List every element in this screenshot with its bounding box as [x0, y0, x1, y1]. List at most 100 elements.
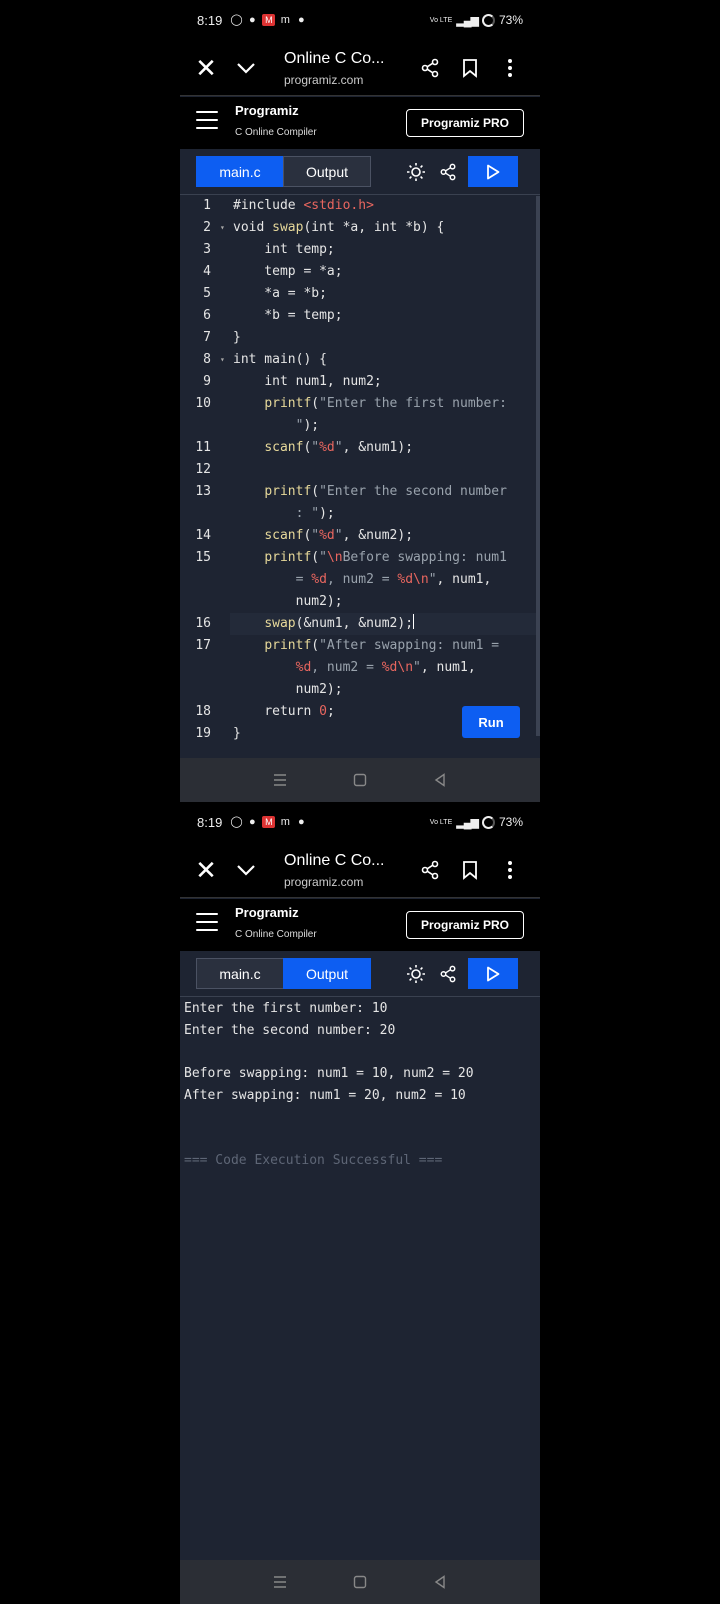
run-play-button[interactable] [468, 958, 518, 989]
notification-m: m [280, 816, 290, 828]
code-line[interactable]: 12 [180, 459, 536, 481]
system-navbar [180, 758, 540, 802]
code-line[interactable]: 2 ▾ void swap(int *a, int *b) { [180, 217, 536, 239]
menu-icon[interactable] [196, 111, 218, 129]
code-line[interactable]: 5 *a = *b; [180, 283, 536, 305]
sun-icon[interactable] [405, 161, 427, 183]
app-header: Programiz C Online Compiler Programiz PR… [180, 97, 540, 149]
code-text: *b = temp; [233, 308, 343, 323]
tab-main-c[interactable]: main.c [196, 156, 284, 187]
close-icon[interactable]: ✕ [192, 54, 220, 82]
bookmark-icon[interactable] [456, 856, 484, 884]
share-code-icon[interactable] [437, 963, 459, 985]
signal-icon: ▂▄▆ [456, 816, 479, 829]
code-line[interactable]: 17 printf("After swapping: num1 = %d, nu… [180, 635, 536, 701]
editor-scrollbar[interactable] [536, 196, 540, 736]
nav-home-icon[interactable] [350, 1572, 370, 1592]
share-icon[interactable] [416, 54, 444, 82]
line-number: 12 [195, 462, 211, 477]
nav-back-icon[interactable] [430, 770, 450, 790]
line-number: 4 [203, 264, 211, 279]
chevron-down-icon[interactable] [232, 54, 260, 82]
programiz-pro-button[interactable]: Programiz PRO [406, 911, 524, 939]
fold-chevron-icon[interactable]: ▾ [220, 217, 225, 239]
bookmark-icon[interactable] [456, 54, 484, 82]
code-line[interactable]: 7} [180, 327, 536, 349]
code-line[interactable]: 11 scanf("%d", &num1); [180, 437, 536, 459]
chevron-down-icon[interactable] [232, 856, 260, 884]
run-play-button[interactable] [468, 156, 518, 187]
line-number: 9 [203, 374, 211, 389]
page-subtitle: C Online Compiler [235, 127, 317, 138]
browser-toolbar: ✕ Online C Co... programiz.com [180, 842, 540, 898]
text-cursor [413, 614, 415, 629]
notification-m: m [280, 14, 290, 26]
more-icon[interactable] [496, 856, 524, 884]
browser-url[interactable]: programiz.com [284, 73, 363, 87]
nav-menu-icon[interactable] [270, 770, 290, 790]
nav-home-icon[interactable] [350, 770, 370, 790]
code-text: } [233, 330, 241, 345]
code-text: scanf("%d", &num1); [264, 440, 414, 455]
volte-indicator: Vo LTE [429, 818, 453, 826]
status-time: 8:19 [197, 814, 223, 830]
nav-menu-icon[interactable] [270, 1572, 290, 1592]
code-line[interactable]: 4 temp = *a; [180, 261, 536, 283]
volte-indicator: Vo LTE [429, 16, 453, 24]
code-line[interactable]: 9 int num1, num2; [180, 371, 536, 393]
line-number: 14 [195, 528, 211, 543]
more-icon[interactable] [496, 54, 524, 82]
play-icon [487, 966, 500, 981]
share-code-icon[interactable] [437, 161, 459, 183]
line-number: 18 [195, 704, 211, 719]
code-text: swap(&num1, &num2); [264, 614, 415, 631]
code-line[interactable]: 15 printf("\nBefore swapping: num1 = %d,… [180, 547, 536, 613]
code-line[interactable]: 6 *b = temp; [180, 305, 536, 327]
close-icon[interactable]: ✕ [192, 856, 220, 884]
code-line[interactable]: 16 swap(&num1, &num2); [180, 613, 536, 635]
play-icon [487, 164, 500, 179]
battery-percent: 73% [498, 815, 523, 829]
share-icon[interactable] [416, 856, 444, 884]
line-number: 13 [195, 484, 211, 499]
notification-badge: M [262, 14, 276, 26]
code-editor[interactable]: 19} 18 return 0; 17 printf("After swapping… [180, 196, 540, 758]
app-header: Programiz C Online Compiler Programiz PR… [180, 899, 540, 951]
page-subtitle: C Online Compiler [235, 929, 317, 940]
tab-output[interactable]: Output [283, 958, 371, 989]
output-line: Enter the first number: 10 [184, 1001, 388, 1016]
line-number: 8 [203, 352, 211, 367]
battery-icon [481, 815, 495, 829]
line-number: 17 [195, 638, 211, 653]
code-line[interactable]: 8 ▾ int main() { [180, 349, 536, 371]
browser-url[interactable]: programiz.com [284, 875, 363, 889]
chat-icon: ● [248, 14, 256, 26]
output-line: Before swapping: num1 = 10, num2 = 20 [184, 1066, 474, 1082]
browser-page-title[interactable]: Online C Co... [284, 50, 384, 68]
code-line[interactable]: 10 printf("Enter the first number: "); [180, 393, 536, 437]
run-button[interactable]: Run [462, 706, 520, 738]
code-line[interactable]: 3 int temp; [180, 239, 536, 261]
menu-icon[interactable] [196, 913, 218, 931]
editor-tabbar: main.c Output [180, 951, 540, 997]
browser-toolbar: ✕ Online C Co... programiz.com [180, 40, 540, 96]
sun-icon[interactable] [405, 963, 427, 985]
line-number: 2 [203, 220, 211, 235]
code-line[interactable]: 13 printf("Enter the second number : "); [180, 481, 536, 525]
browser-page-title[interactable]: Online C Co... [284, 852, 384, 870]
signal-icon: ▂▄▆ [456, 14, 479, 27]
screen-output: 8:19 ◯ ● M m ● Vo LTE ▂▄▆ 73% ✕ Online C… [180, 802, 540, 1604]
fold-chevron-icon[interactable]: ▾ [220, 349, 225, 371]
programiz-logo[interactable]: Programiz [235, 103, 299, 118]
code-line[interactable]: 14 scanf("%d", &num2); [180, 525, 536, 547]
programiz-logo[interactable]: Programiz [235, 905, 299, 920]
nav-back-icon[interactable] [430, 1572, 450, 1592]
code-text: printf("Enter the first number: "); [264, 396, 507, 433]
programiz-pro-button[interactable]: Programiz PRO [406, 109, 524, 137]
line-number: 7 [203, 330, 211, 345]
code-line[interactable]: 1 #include <stdio.h> [180, 195, 536, 217]
tab-output[interactable]: Output [283, 156, 371, 187]
line-number: 6 [203, 308, 211, 323]
code-text: *a = *b; [233, 286, 327, 301]
tab-main-c[interactable]: main.c [196, 958, 284, 989]
